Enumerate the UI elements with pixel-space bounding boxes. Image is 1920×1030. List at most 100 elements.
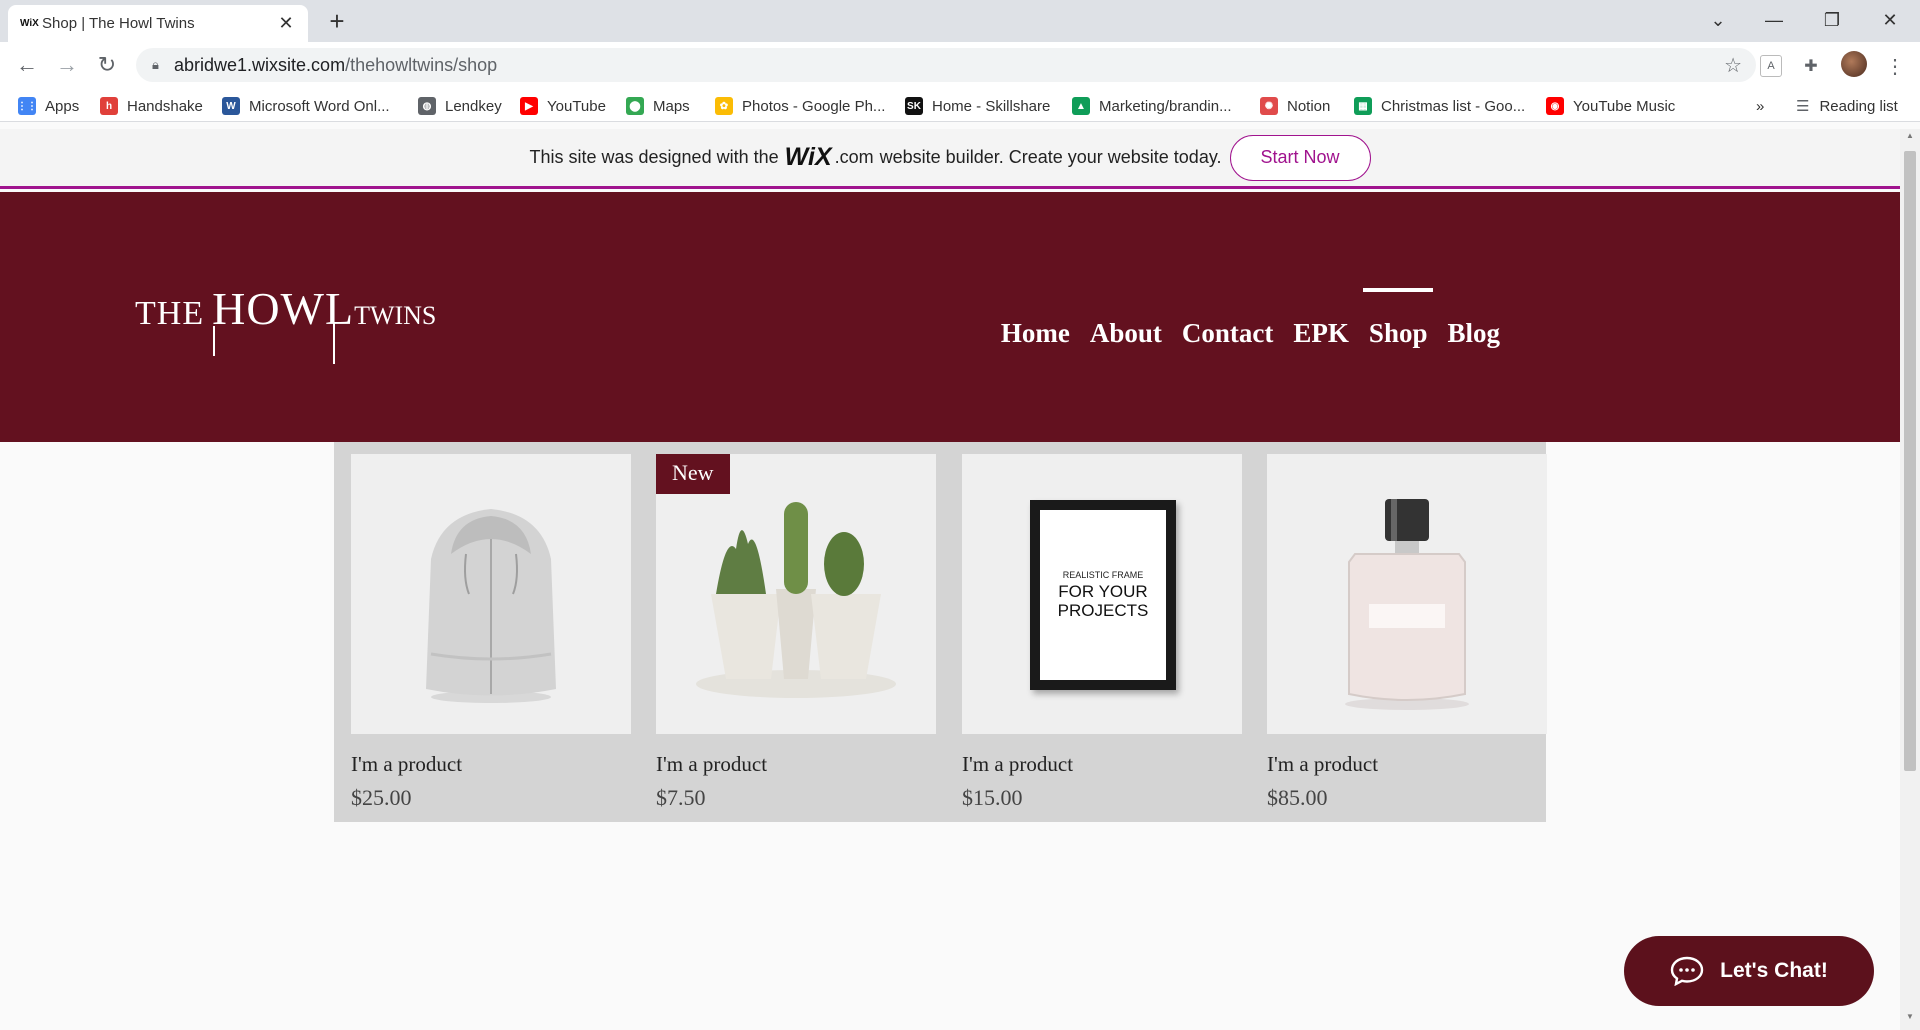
perfume-bottle-illustration [1345,499,1469,710]
youtube-icon: ▶ [520,97,538,115]
bookmark-label: Lendkey [445,97,502,115]
chat-bubble-icon [1670,956,1704,986]
kebab-menu-icon[interactable]: ⋮ [1884,55,1906,78]
nav-link-epk[interactable]: EPK [1293,318,1349,349]
maps-pin-icon: ⬤ [626,97,644,115]
tab-strip: WiX Shop | The Howl Twins ✕ + ⌄ — ❐ ✕ [0,0,1920,42]
scroll-down-arrow-icon[interactable]: ▼ [1900,1012,1920,1028]
product-price: $85.00 [1267,785,1328,810]
back-button[interactable]: ← [12,50,42,80]
bookmark-item[interactable]: SK Home - Skillshare [905,95,1050,117]
skillshare-icon: SK [905,97,923,115]
bookmarks-overflow-button[interactable]: » [1756,95,1764,117]
url-path: /thehowltwins/shop [345,54,498,75]
lets-chat-button[interactable]: Let's Chat! [1624,936,1874,1006]
bookmark-item[interactable]: ✺ Notion [1260,95,1330,117]
wix-banner-text: This site was designed with the [529,147,779,167]
page-viewport: This site was designed with the WiX .com … [0,129,1900,1030]
product-card[interactable]: REALISTIC FRAME FOR YOUR PROJECTS I'm a … [962,454,1242,811]
bookmark-item[interactable]: ✿ Photos - Google Ph... [715,95,885,117]
minimize-button[interactable]: — [1746,0,1802,40]
product-name[interactable]: I'm a product [1267,752,1547,777]
hoodie-illustration [426,509,556,703]
product-card[interactable]: I'm a product $85.00 [1267,454,1547,811]
notion-icon: ✺ [1260,97,1278,115]
reading-list-button[interactable]: ☰ Reading list [1796,95,1898,117]
logo-the: The [135,295,205,332]
new-tab-button[interactable]: + [322,6,352,36]
browser-toolbar: ← → ↻ 🔒︎ abridwe1.wixsite.com/thehowltwi… [0,42,1920,88]
extension-icon[interactable]: A [1760,55,1782,77]
photos-pinwheel-icon: ✿ [715,97,733,115]
product-name[interactable]: I'm a product [962,752,1242,777]
reload-button[interactable]: ↻ [92,50,122,80]
product-price: $7.50 [656,785,706,810]
bookmark-item[interactable]: W Microsoft Word Onl... [222,95,390,117]
frame-text-large: FOR YOUR PROJECTS [1057,582,1149,620]
cactus-pots-illustration [696,502,896,698]
globe-icon: ◍ [418,97,436,115]
product-image-hoodie[interactable] [351,454,631,734]
bookmark-label: Notion [1287,97,1331,115]
product-price: $15.00 [962,785,1023,810]
bookmark-item[interactable]: h Handshake [100,95,203,117]
logo-drip-decoration [333,322,335,364]
bookmark-item[interactable]: ▶ YouTube [520,95,606,117]
restore-button[interactable]: ❐ [1804,0,1860,40]
wix-banner-text-after: website builder. Create your website tod… [879,147,1222,167]
puzzle-extensions-icon[interactable]: ✚ [1800,55,1822,77]
scroll-up-arrow-icon[interactable]: ▲ [1900,131,1920,147]
bookmark-item[interactable]: ⋮⋮ Apps [17,95,79,117]
nav-link-about[interactable]: About [1090,318,1162,349]
logo-drip-decoration [213,326,215,356]
bookmark-label: Christmas list - Goo... [1381,97,1526,115]
wix-logo: WiX [784,143,832,171]
tab-title: Shop | The Howl Twins [42,15,195,32]
nav-link-contact[interactable]: Contact [1182,318,1273,349]
bookmark-label: Marketing/brandin... [1099,97,1232,115]
nav-link-home[interactable]: Home [1001,318,1070,349]
bookmark-item[interactable]: ◍ Lendkey [418,95,502,117]
bookmark-star-icon[interactable]: ☆ [1724,53,1742,78]
bookmark-label: Home - Skillshare [932,97,1051,115]
profile-avatar[interactable] [1841,51,1867,77]
address-bar[interactable]: 🔒︎ abridwe1.wixsite.com/thehowltwins/sho… [136,48,1756,82]
apps-grid-icon: ⋮⋮ [17,97,37,115]
bookmark-label: Photos - Google Ph... [742,97,886,115]
frame-mat: REALISTIC FRAME FOR YOUR PROJECTS [1040,510,1166,680]
handshake-icon: h [100,97,118,115]
url-host: abridwe1.wixsite.com [174,54,346,75]
product-card[interactable]: I'm a product $25.00 [351,454,631,811]
nav-link-shop[interactable]: Shop [1362,288,1434,349]
product-image-perfume[interactable] [1267,454,1547,734]
reading-list-icon: ☰ [1796,98,1810,115]
picture-frame: REALISTIC FRAME FOR YOUR PROJECTS [1030,500,1176,690]
site-logo[interactable]: The HowLTwins [135,282,436,364]
product-name[interactable]: I'm a product [351,752,631,777]
reading-list-label: Reading list [1819,97,1898,115]
youtube-music-icon: ◉ [1546,97,1564,115]
browser-tab[interactable]: WiX Shop | The Howl Twins ✕ [8,5,308,42]
nav-link-blog[interactable]: Blog [1447,318,1500,349]
product-card[interactable]: New I'm a product $7.50 [656,454,936,811]
product-image-frame[interactable]: REALISTIC FRAME FOR YOUR PROJECTS [962,454,1242,734]
tab-search-icon[interactable]: ⌄ [1690,0,1746,40]
bookmark-item[interactable]: ◉ YouTube Music [1546,95,1675,117]
bookmark-label: Microsoft Word Onl... [249,97,390,115]
bookmark-item[interactable]: ▲ Marketing/brandin... [1072,95,1232,117]
site-nav: Home About Contact EPK Shop Blog [1001,288,1500,349]
product-name[interactable]: I'm a product [656,752,936,777]
bookmark-item[interactable]: ⬤ Maps [626,95,690,117]
page-scrollbar[interactable]: ▲ ▼ [1900,129,1920,1030]
close-tab-icon[interactable]: ✕ [276,13,296,34]
frame-text-small: REALISTIC FRAME [1062,570,1144,580]
product-image-cactus[interactable]: New [656,454,936,734]
start-now-button[interactable]: Start Now [1229,134,1371,181]
bookmark-label: YouTube [547,97,606,115]
bookmark-item[interactable]: ▦ Christmas list - Goo... [1354,95,1525,117]
word-icon: W [222,97,240,115]
new-ribbon-badge: New [656,454,730,494]
forward-button[interactable]: → [52,50,82,80]
scrollbar-thumb[interactable] [1904,151,1916,771]
close-window-button[interactable]: ✕ [1862,0,1918,40]
